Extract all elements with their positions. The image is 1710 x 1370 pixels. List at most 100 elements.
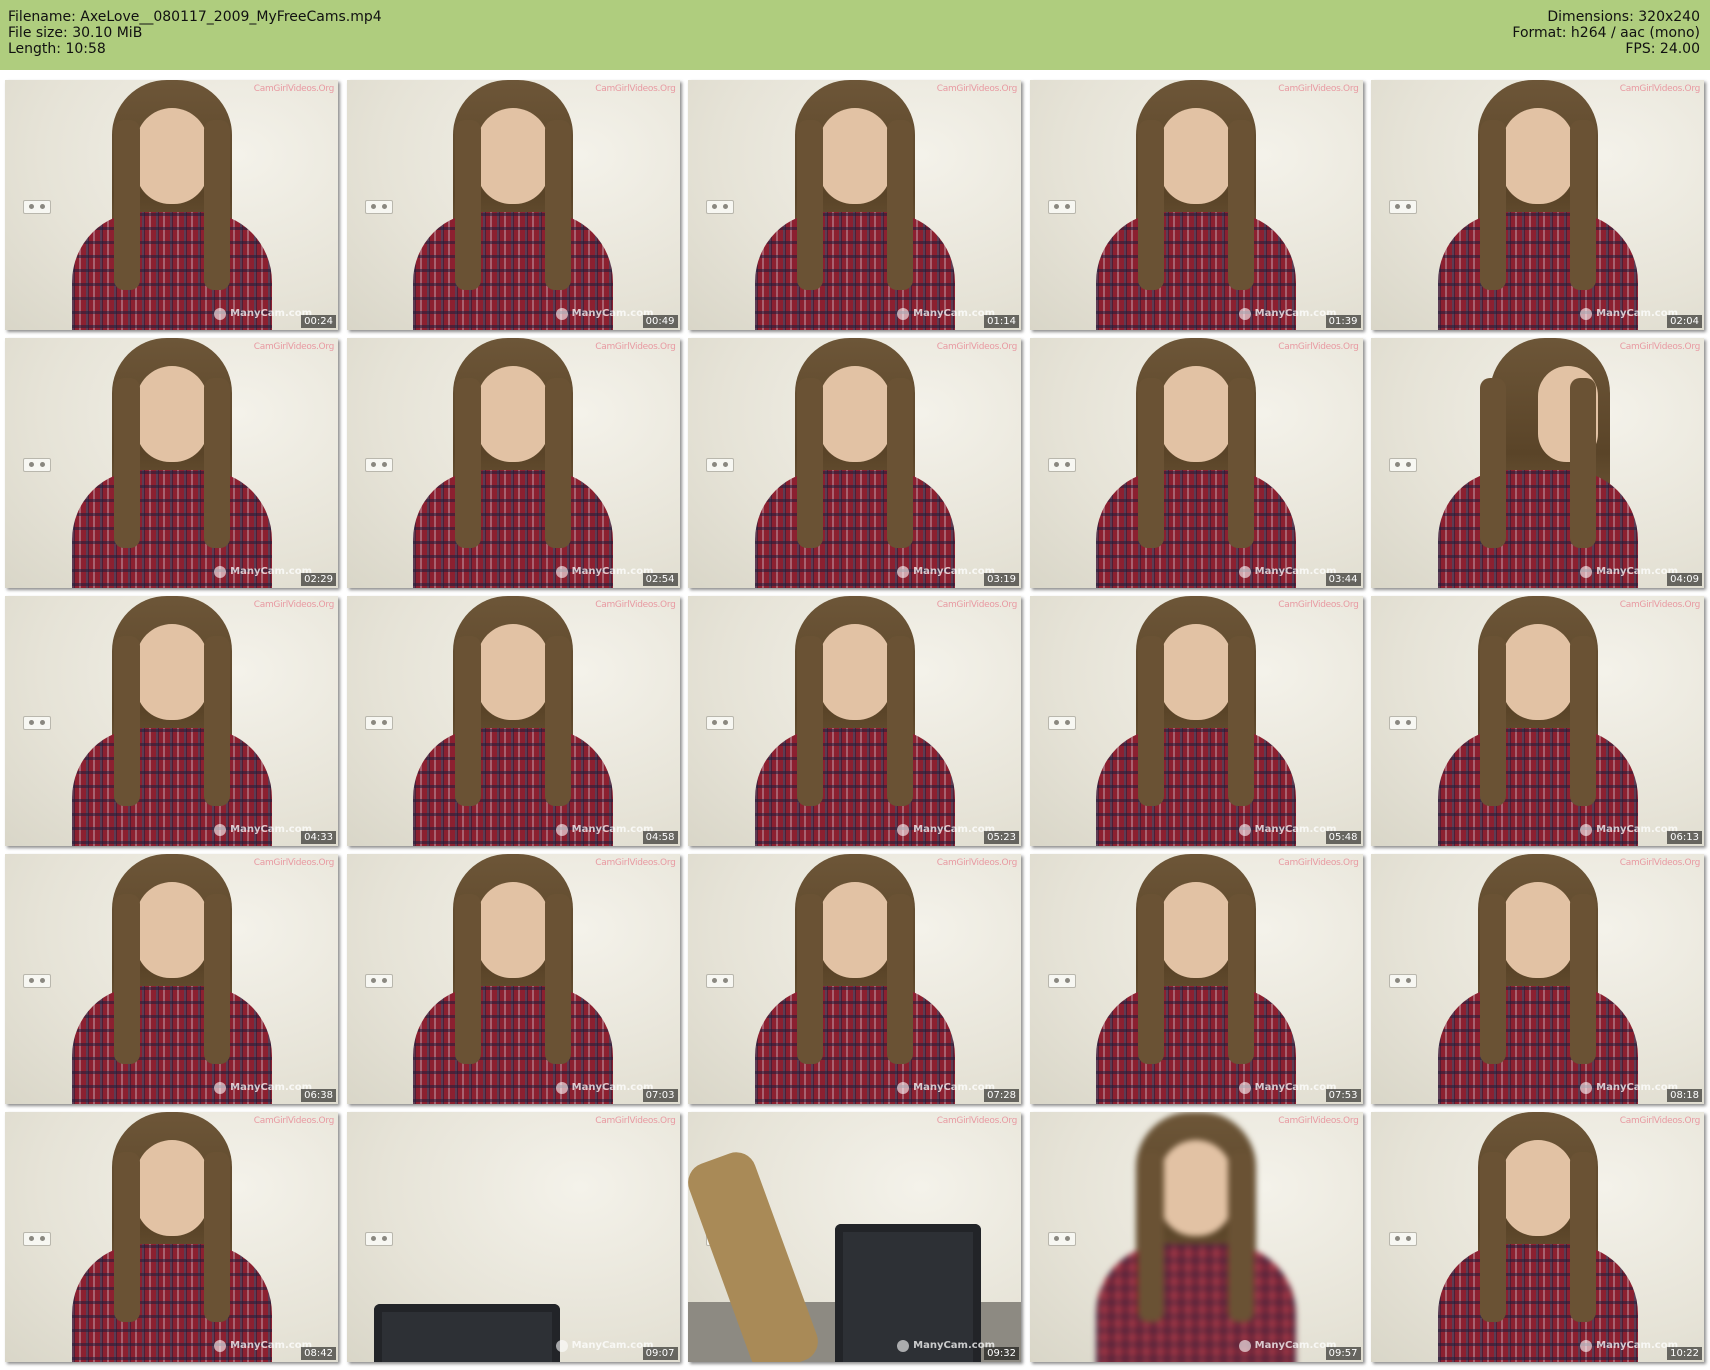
hair-front (1479, 636, 1506, 806)
video-thumbnail[interactable]: CamGirlVideos.Org ManyCam.com 01:39 (1029, 80, 1363, 330)
face (477, 108, 549, 204)
video-thumbnail[interactable]: CamGirlVideos.Org ManyCam.com 06:13 (1371, 596, 1704, 846)
manycam-overlay: ManyCam.com (1580, 308, 1678, 320)
video-thumbnail[interactable]: CamGirlVideos.Org ManyCam.com 04:58 (346, 596, 680, 846)
hair-front-r (203, 894, 230, 1064)
watermark: CamGirlVideos.Org (936, 84, 1018, 94)
watermark: CamGirlVideos.Org (595, 1116, 676, 1126)
manycam-label: ManyCam.com (1596, 566, 1678, 577)
hair-front (1138, 636, 1164, 806)
face (818, 882, 891, 978)
filesize-label: File size: 30.10 MiB (8, 25, 143, 41)
wall-outlet (1047, 974, 1076, 988)
video-thumbnail[interactable]: CamGirlVideos.Org ManyCam.com 09:57 (1029, 1112, 1363, 1362)
manycam-logo-icon (1238, 1082, 1251, 1094)
face (818, 366, 891, 462)
manycam-logo-icon (555, 824, 568, 836)
manycam-overlay: ManyCam.com (897, 308, 995, 320)
hair-front (796, 636, 823, 806)
video-thumbnail[interactable]: CamGirlVideos.Org ManyCam.com 04:09 (1371, 338, 1704, 588)
manycam-logo-icon (555, 1340, 568, 1352)
watermark: CamGirlVideos.Org (936, 342, 1018, 352)
timestamp-label: 10:22 (1667, 1347, 1702, 1360)
manycam-overlay: ManyCam.com (214, 824, 312, 836)
video-thumbnail[interactable]: CamGirlVideos.Org ManyCam.com 10:22 (1371, 1112, 1704, 1362)
video-thumbnail[interactable]: CamGirlVideos.Org ManyCam.com 00:24 (5, 80, 338, 330)
hair-front-r (545, 120, 571, 290)
dimensions-label: Dimensions: 320x240 (1547, 9, 1700, 25)
hair-front-r (1569, 378, 1596, 548)
video-thumbnail[interactable]: CamGirlVideos.Org ManyCam.com 08:18 (1371, 854, 1704, 1104)
watermark: CamGirlVideos.Org (1619, 342, 1701, 352)
video-thumbnail[interactable]: CamGirlVideos.Org ManyCam.com 02:29 (5, 338, 338, 588)
video-thumbnail[interactable]: CamGirlVideos.Org ManyCam.com 07:53 (1029, 854, 1363, 1104)
video-thumbnail[interactable]: CamGirlVideos.Org ManyCam.com 04:33 (5, 596, 338, 846)
person (1076, 338, 1316, 588)
manycam-overlay: ManyCam.com (1238, 1340, 1337, 1352)
video-thumbnail[interactable]: CamGirlVideos.Org ManyCam.com 06:38 (5, 854, 338, 1104)
face (135, 108, 208, 204)
manycam-label: ManyCam.com (913, 566, 995, 577)
wall-outlet (364, 200, 393, 214)
video-thumbnail[interactable]: CamGirlVideos.Org ManyCam.com 02:04 (1371, 80, 1704, 330)
person (735, 596, 975, 846)
person (1076, 854, 1316, 1104)
manycam-label: ManyCam.com (571, 824, 654, 835)
wall-outlet (23, 974, 51, 988)
timestamp-label: 09:07 (642, 1347, 678, 1360)
timestamp-label: 06:13 (1667, 831, 1702, 844)
video-thumbnail[interactable]: CamGirlVideos.Org ManyCam.com 07:03 (346, 854, 680, 1104)
watermark: CamGirlVideos.Org (595, 858, 676, 868)
wall-outlet (364, 1232, 393, 1246)
person (735, 338, 975, 588)
timestamp-label: 03:44 (1325, 573, 1361, 586)
timestamp-label: 07:03 (642, 1089, 678, 1102)
face (477, 624, 549, 720)
wall-outlet (23, 716, 51, 730)
hair-front (796, 378, 823, 548)
manycam-label: ManyCam.com (571, 566, 654, 577)
video-thumbnail[interactable]: CamGirlVideos.Org ManyCam.com 01:14 (688, 80, 1021, 330)
manycam-overlay: ManyCam.com (897, 824, 995, 836)
timestamp-label: 04:58 (642, 831, 678, 844)
video-thumbnail[interactable]: CamGirlVideos.Org ManyCam.com 08:42 (5, 1112, 338, 1362)
video-thumbnail[interactable]: CamGirlVideos.Org ManyCam.com 00:49 (346, 80, 680, 330)
watermark: CamGirlVideos.Org (1278, 600, 1359, 610)
manycam-label: ManyCam.com (1596, 1340, 1678, 1351)
watermark: CamGirlVideos.Org (936, 1116, 1018, 1126)
hair-front-r (1569, 894, 1596, 1064)
manycam-overlay: ManyCam.com (897, 566, 995, 578)
manycam-label: ManyCam.com (230, 566, 312, 577)
manycam-overlay: ManyCam.com (555, 1082, 654, 1094)
timestamp-label: 00:24 (301, 315, 336, 328)
video-thumbnail[interactable]: CamGirlVideos.Org ManyCam.com 03:44 (1029, 338, 1363, 588)
video-thumbnail[interactable]: CamGirlVideos.Org ManyCam.com 07:28 (688, 854, 1021, 1104)
manycam-overlay: ManyCam.com (1238, 308, 1337, 320)
manycam-label: ManyCam.com (1596, 1082, 1678, 1093)
person (1418, 80, 1658, 330)
hair-front-r (886, 636, 913, 806)
video-thumbnail[interactable]: CamGirlVideos.Org ManyCam.com 02:54 (346, 338, 680, 588)
video-thumbnail[interactable]: CamGirlVideos.Org ManyCam.com 03:19 (688, 338, 1021, 588)
face (1160, 1140, 1232, 1236)
hair-front-r (886, 120, 913, 290)
video-thumbnail[interactable]: CamGirlVideos.Org ManyCam.com 05:48 (1029, 596, 1363, 846)
manycam-label: ManyCam.com (1254, 1082, 1337, 1093)
person (393, 80, 633, 330)
hair-front (113, 1152, 140, 1322)
file-info: Filename: AxeLove__080117_2009_MyFreeCam… (8, 9, 382, 57)
manycam-overlay: ManyCam.com (1238, 824, 1337, 836)
hair-front-r (203, 378, 230, 548)
manycam-label: ManyCam.com (1254, 566, 1337, 577)
manycam-logo-icon (1238, 308, 1251, 320)
face (477, 366, 549, 462)
video-thumbnail[interactable]: CamGirlVideos.Org ManyCam.com 05:23 (688, 596, 1021, 846)
person (1076, 1112, 1316, 1362)
video-thumbnail[interactable]: CamGirlVideos.Org ManyCam.com 09:32 (688, 1112, 1021, 1362)
hair-front-r (886, 894, 913, 1064)
hair-front (1479, 894, 1506, 1064)
hair-front (1479, 120, 1506, 290)
video-thumbnail[interactable]: CamGirlVideos.Org ManyCam.com 09:07 (346, 1112, 680, 1362)
timestamp-label: 09:57 (1325, 1347, 1361, 1360)
wall-outlet (1389, 1232, 1417, 1246)
